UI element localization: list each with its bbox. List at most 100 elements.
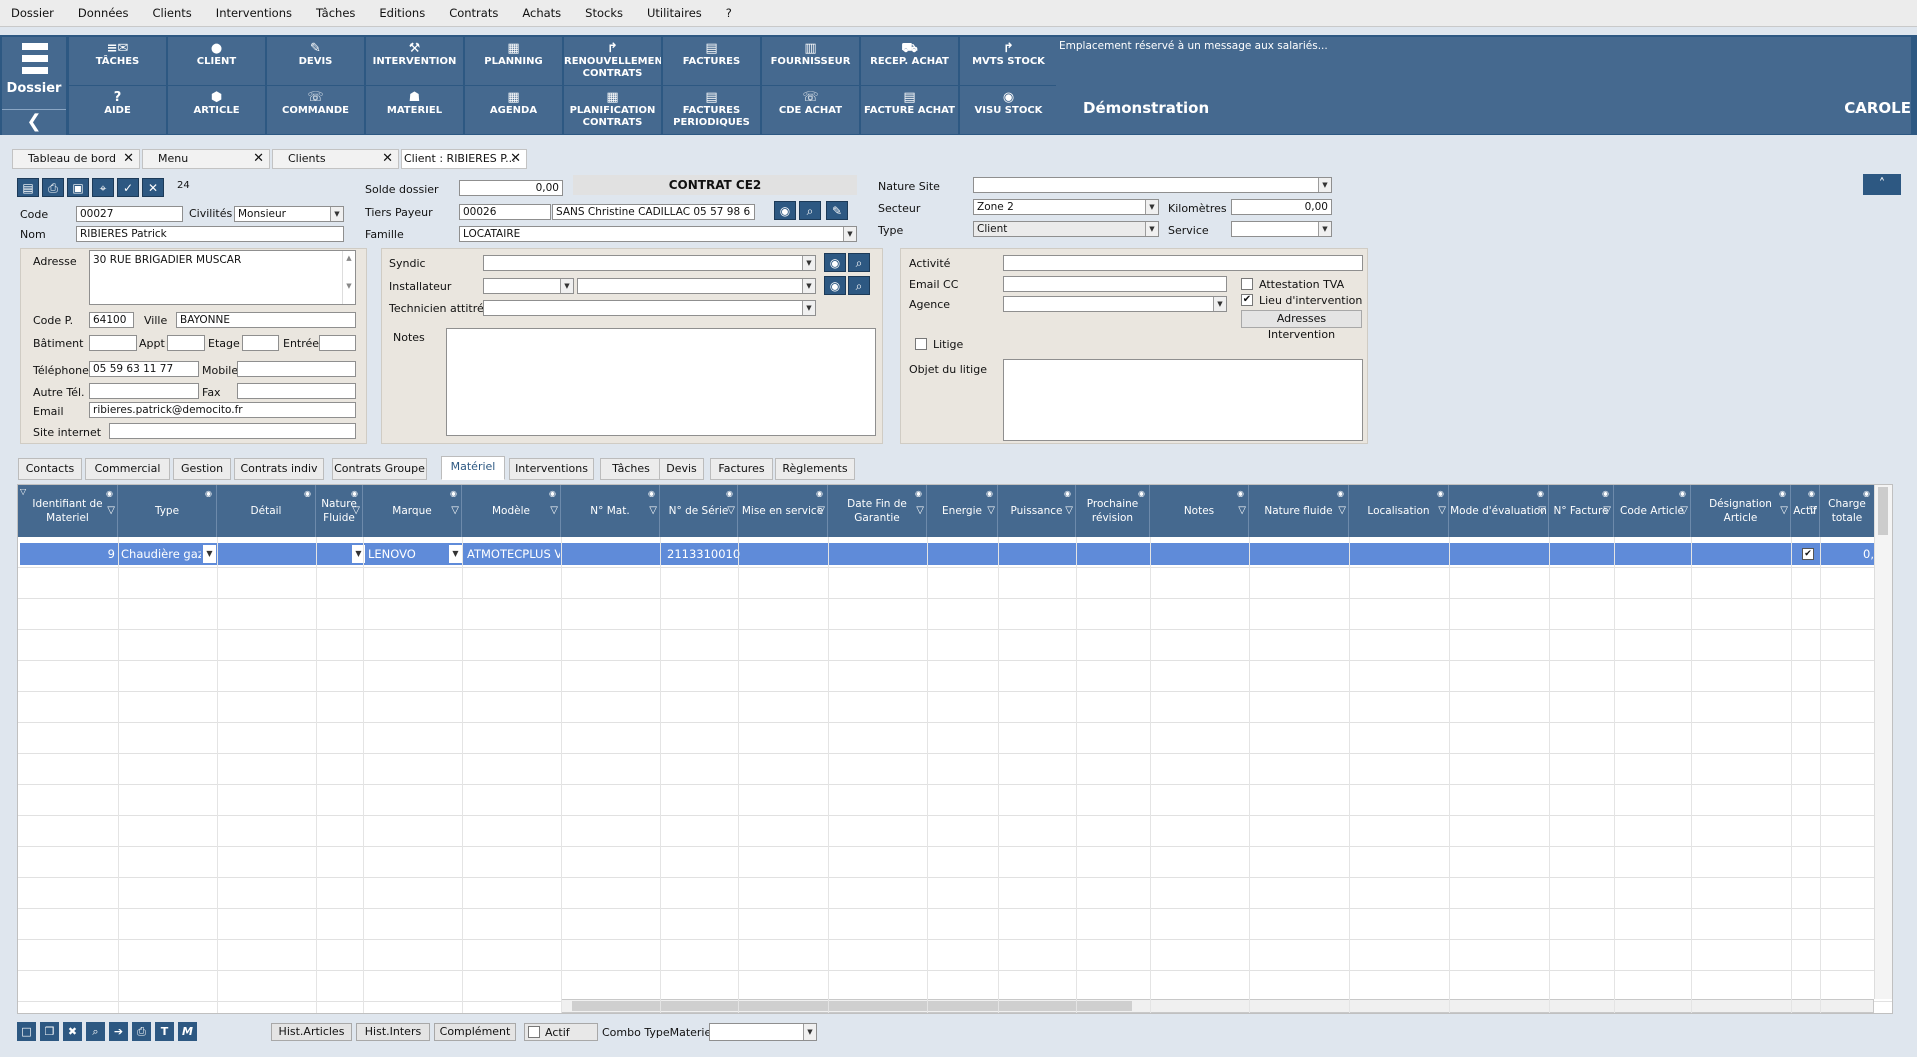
combo-type-select[interactable]: ▼ [709, 1023, 817, 1041]
column-header[interactable]: Energie ◉ ▽ [927, 485, 998, 537]
column-header[interactable]: N° Facture ◉ ▽ [1549, 485, 1614, 537]
filter-icon[interactable]: ▽ [1438, 504, 1446, 518]
ville-field[interactable] [176, 312, 356, 328]
table-row-selected[interactable]: 9 Chaudière gaz ▼ ▼ LENOVO ▼ ATMOTECPLUS… [20, 543, 1874, 565]
sort-icon[interactable]: ◉ [1863, 487, 1870, 501]
search-icon[interactable]: ⌕ [799, 201, 821, 220]
email-field[interactable] [89, 402, 356, 418]
sort-icon[interactable]: ◉ [106, 487, 113, 501]
mobile-field[interactable] [237, 361, 356, 377]
sort-icon[interactable]: ◉ [1602, 487, 1609, 501]
sort-icon[interactable]: ◉ [1064, 487, 1071, 501]
entree-field[interactable] [319, 335, 356, 351]
toolbar-button-mvts-stock[interactable]: ↱ MVTS STOCK [960, 37, 1057, 85]
filter-icon[interactable]: ▽ [1538, 504, 1546, 518]
sort-icon[interactable]: ◉ [1337, 487, 1344, 501]
menu-item[interactable]: Stocks [585, 6, 623, 20]
subtab-contrats-indiv[interactable]: Contrats indiv [234, 458, 324, 480]
toolbar-button-cde-achat[interactable]: ☏ CDE ACHAT [762, 86, 859, 134]
column-header[interactable]: Mode d'évaluation ◉ ▽ [1449, 485, 1549, 537]
sort-icon[interactable]: ◉ [1537, 487, 1544, 501]
adresses-intervention-button[interactable]: Adresses Intervention [1241, 310, 1362, 341]
etage-field[interactable] [242, 335, 279, 351]
search-icon[interactable]: ⌕ [848, 253, 870, 272]
eye-icon[interactable]: ◉ [774, 201, 796, 220]
menu-item[interactable]: Achats [522, 6, 561, 20]
notes-field[interactable] [446, 328, 876, 436]
column-header[interactable]: Charge totale ◉ [1820, 485, 1875, 537]
column-header[interactable]: Puissance ◉ ▽ [998, 485, 1076, 537]
menu-item[interactable]: Utilitaires [647, 6, 702, 20]
filter-icon[interactable]: ▽ [1680, 504, 1688, 518]
close-icon[interactable]: ✕ [382, 150, 393, 168]
subtab-r-glements[interactable]: Règlements [775, 458, 855, 480]
toolbar-button-materiel[interactable]: ☗ MATERIEL [366, 86, 463, 134]
code-field[interactable] [76, 206, 183, 222]
move-icon[interactable]: ➔ [109, 1022, 128, 1041]
search-icon[interactable]: ⌕ [848, 276, 870, 295]
sort-icon[interactable]: ◉ [1237, 487, 1244, 501]
tiers-name-field[interactable] [552, 204, 755, 220]
filter-icon[interactable]: ▽ [1603, 504, 1611, 518]
autre-tel-field[interactable] [89, 383, 199, 399]
table-row[interactable] [18, 723, 1892, 754]
email-cc-field[interactable] [1003, 276, 1227, 292]
attestation-checkbox[interactable] [1241, 278, 1253, 290]
table-row[interactable] [18, 816, 1892, 847]
filter-icon[interactable]: ▽ [1238, 504, 1246, 518]
close-icon[interactable]: ✕ [253, 150, 264, 168]
sort-icon[interactable]: ◉ [450, 487, 457, 501]
cp-field[interactable] [89, 312, 134, 328]
subtab-contacts[interactable]: Contacts [18, 458, 82, 480]
subtab-contrats-groupe[interactable]: Contrats Groupe [332, 458, 427, 480]
hist-inters-button[interactable]: Hist.Inters [356, 1023, 430, 1041]
chevron-down-icon[interactable]: ▼ [203, 545, 216, 563]
sort-icon[interactable]: ◉ [726, 487, 733, 501]
table-row[interactable] [18, 878, 1892, 909]
toolbar-button-facture-achat[interactable]: ▤ FACTURE ACHAT [861, 86, 958, 134]
subtab-gestion[interactable]: Gestion [173, 458, 231, 480]
toolbar-button-client[interactable]: ● CLIENT [168, 37, 265, 85]
filter-icon[interactable]: ▽ [107, 504, 115, 518]
toolbar-button-commande[interactable]: ☏ COMMANDE [267, 86, 364, 134]
sort-icon[interactable]: ◉ [549, 487, 556, 501]
subtab-interventions[interactable]: Interventions [509, 458, 594, 480]
filter-icon[interactable]: ▽ [649, 504, 657, 518]
filter-icon[interactable]: ▽ [727, 504, 735, 518]
sort-icon[interactable]: ◉ [1437, 487, 1444, 501]
km-field[interactable] [1231, 199, 1332, 215]
solde-field[interactable] [459, 180, 563, 196]
sort-icon[interactable]: ◉ [986, 487, 993, 501]
mail-merge-icon[interactable]: M [178, 1022, 197, 1041]
adresse-field[interactable]: 30 RUE BRIGADIER MUSCAR ▲ ▼ [89, 250, 356, 305]
text-icon[interactable]: T [155, 1022, 174, 1041]
tab-document[interactable]: Tableau de bord ✕ [12, 149, 140, 169]
syndic-select[interactable]: ▼ [483, 255, 816, 271]
column-header[interactable]: Date Fin de Garantie ◉ ▽ [828, 485, 927, 537]
technicien-select[interactable]: ▼ [483, 300, 816, 316]
tiers-code-field[interactable] [459, 204, 551, 220]
filter-icon[interactable]: ▽ [352, 504, 360, 518]
vertical-scrollbar[interactable] [1874, 485, 1892, 999]
installateur-select[interactable]: ▼ [577, 278, 816, 294]
toolbar-button-t-ches[interactable]: ≡✉ TÂCHES [69, 37, 166, 85]
collapse-icon[interactable]: ˄ [1863, 174, 1901, 195]
site-internet-field[interactable] [109, 423, 356, 439]
toolbar-button-renouvellement-contrats[interactable]: ↱ RENOUVELLEMENT CONTRATS [564, 37, 661, 85]
column-header[interactable]: Désignation Article ◉ ▽ [1691, 485, 1791, 537]
toolbar-button-article[interactable]: ⬢ ARTICLE [168, 86, 265, 134]
column-header[interactable]: Mise en service ◉ ▽ [738, 485, 828, 537]
sort-icon[interactable]: ◉ [304, 487, 311, 501]
column-header[interactable]: Identifiant de Materiel ◉ ▽ [18, 485, 118, 537]
table-row[interactable] [18, 568, 1892, 599]
sort-icon[interactable]: ◉ [1679, 487, 1686, 501]
subtab-commercial[interactable]: Commercial [85, 458, 170, 480]
filter-icon[interactable]: ▽ [817, 504, 825, 518]
sort-icon[interactable]: ◉ [205, 487, 212, 501]
litige-checkbox[interactable] [915, 338, 927, 350]
table-row[interactable] [18, 599, 1892, 630]
close-icon[interactable]: ✕ [510, 150, 521, 168]
column-header[interactable]: Détail ◉ [217, 485, 316, 537]
table-row[interactable] [18, 971, 1892, 1002]
delete-icon[interactable]: ✖ [63, 1022, 82, 1041]
